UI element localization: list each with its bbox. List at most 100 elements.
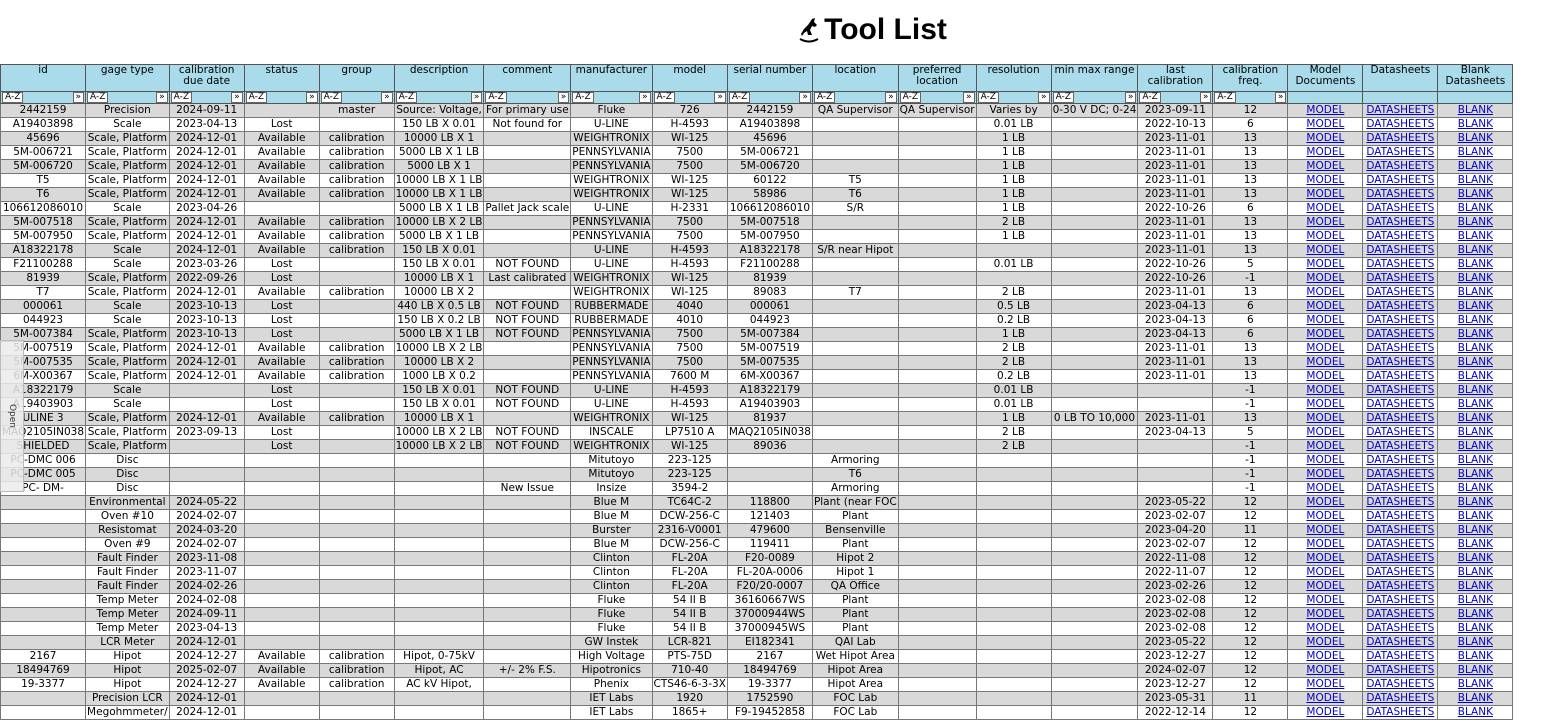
model-link[interactable]: MODEL <box>1306 105 1344 117</box>
datasheets-link[interactable]: DATASHEETS <box>1366 245 1434 257</box>
blank-datasheet-link[interactable]: BLANK <box>1458 399 1493 411</box>
datasheets-link[interactable]: DATASHEETS <box>1366 525 1434 537</box>
datasheets-link[interactable]: DATASHEETS <box>1366 301 1434 313</box>
datasheets-link[interactable]: DATASHEETS <box>1366 161 1434 173</box>
model-link[interactable]: MODEL <box>1306 693 1344 705</box>
blank-datasheet-link[interactable]: BLANK <box>1458 539 1493 551</box>
datasheets-link[interactable]: DATASHEETS <box>1366 609 1434 621</box>
model-link[interactable]: MODEL <box>1306 175 1344 187</box>
column-header[interactable]: model <box>651 64 728 92</box>
table-row[interactable]: Resistomat 2024-03-20 Burster 2316-V0001 479… <box>0 523 1514 538</box>
table-row[interactable]: 19-3377 Hipot 2024-12-27 Available calibrati… <box>0 677 1514 692</box>
table-row[interactable]: T6 Scale, Platform 2024-12-01 Available cali… <box>0 187 1514 202</box>
datasheets-link[interactable]: DATASHEETS <box>1366 203 1434 215</box>
datasheets-link[interactable]: DATASHEETS <box>1366 385 1434 397</box>
datasheets-link[interactable]: DATASHEETS <box>1366 553 1434 565</box>
model-link[interactable]: MODEL <box>1306 497 1344 509</box>
table-row[interactable]: ULINE 3 Scale, Platform 2024-12-01 Availabl… <box>0 411 1514 426</box>
table-row[interactable]: T7 Scale, Platform 2024-12-01 Available cali… <box>0 285 1514 300</box>
model-link[interactable]: MODEL <box>1306 343 1344 355</box>
blank-datasheet-link[interactable]: BLANK <box>1458 525 1493 537</box>
blank-datasheet-link[interactable]: BLANK <box>1458 175 1493 187</box>
model-link[interactable]: MODEL <box>1306 469 1344 481</box>
column-header[interactable]: gage type <box>85 64 170 92</box>
blank-datasheet-link[interactable]: BLANK <box>1458 329 1493 341</box>
model-link[interactable]: MODEL <box>1306 483 1344 495</box>
blank-datasheet-link[interactable]: BLANK <box>1458 637 1493 649</box>
table-row[interactable]: 81939 Scale, Platform 2022-09-26 Lost 10000 … <box>0 271 1514 286</box>
model-link[interactable]: MODEL <box>1306 707 1344 719</box>
filter-expand-button[interactable]: » <box>381 92 393 103</box>
datasheets-link[interactable]: DATASHEETS <box>1366 273 1434 285</box>
table-row[interactable]: 45696 Scale, Platform 2024-12-01 Available c… <box>0 131 1514 146</box>
table-row[interactable]: Temp Meter 2024-02-08 Fluke 54 II B 36160667… <box>0 593 1514 608</box>
datasheets-link[interactable]: DATASHEETS <box>1366 483 1434 495</box>
table-row[interactable]: 2167 Hipot 2024-12-27 Available calibration H… <box>0 649 1514 664</box>
table-row[interactable]: Fault Finder 2024-02-26 Clinton FL-20A F20/2… <box>0 579 1514 594</box>
filter-expand-button[interactable]: » <box>799 92 811 103</box>
column-header[interactable]: last calibration <box>1137 64 1214 92</box>
blank-datasheet-link[interactable]: BLANK <box>1458 343 1493 355</box>
table-row[interactable]: Precision LCR 2024-12-01 IET Labs 1920 17525… <box>0 691 1514 706</box>
blank-datasheet-link[interactable]: BLANK <box>1458 385 1493 397</box>
sort-az-button[interactable]: A-Z <box>728 92 751 103</box>
column-header[interactable]: serial number <box>726 64 813 92</box>
table-row[interactable]: Temp Meter 2023-04-13 Fluke 54 II B 37000945… <box>0 621 1514 636</box>
datasheets-link[interactable]: DATASHEETS <box>1366 637 1434 649</box>
model-link[interactable]: MODEL <box>1306 231 1344 243</box>
blank-datasheet-link[interactable]: BLANK <box>1458 497 1493 509</box>
blank-datasheet-link[interactable]: BLANK <box>1458 203 1493 215</box>
filter-expand-button[interactable]: » <box>72 92 85 103</box>
table-row[interactable]: T5 Scale, Platform 2024-12-01 Available cali… <box>0 173 1514 188</box>
table-row[interactable]: 5M-007535 Scale, Platform 2024-12-01 Availa… <box>0 355 1514 370</box>
blank-datasheet-link[interactable]: BLANK <box>1458 483 1493 495</box>
model-link[interactable]: MODEL <box>1306 371 1344 383</box>
sort-az-button[interactable]: A-Z <box>813 92 836 103</box>
model-link[interactable]: MODEL <box>1306 553 1344 565</box>
model-link[interactable]: MODEL <box>1306 203 1344 215</box>
blank-datasheet-link[interactable]: BLANK <box>1458 595 1493 607</box>
table-row[interactable]: 18494769 Hipot 2025-02-07 Available calibrat… <box>0 663 1514 678</box>
table-row[interactable]: 5M-006720 Scale, Platform 2024-12-01 Availa… <box>0 159 1514 174</box>
table-row[interactable]: A18322179 Scale Lost 150 LB X 0.01 NOT FOUND… <box>0 383 1514 398</box>
blank-datasheet-link[interactable]: BLANK <box>1458 623 1493 635</box>
datasheets-link[interactable]: DATASHEETS <box>1366 707 1434 719</box>
blank-datasheet-link[interactable]: BLANK <box>1458 133 1493 145</box>
datasheets-link[interactable]: DATASHEETS <box>1366 105 1434 117</box>
blank-datasheet-link[interactable]: BLANK <box>1458 581 1493 593</box>
column-header[interactable]: id <box>0 64 87 92</box>
filter-expand-button[interactable]: » <box>1274 92 1287 103</box>
table-row[interactable]: A19403898 Scale 2023-04-13 Lost 150 LB X 0.0… <box>0 117 1514 132</box>
blank-datasheet-link[interactable]: BLANK <box>1458 105 1493 117</box>
datasheets-link[interactable]: DATASHEETS <box>1366 329 1434 341</box>
blank-datasheet-link[interactable]: BLANK <box>1458 161 1493 173</box>
table-row[interactable]: 000061 Scale 2023-10-13 Lost 440 LB X 0.5 LB… <box>0 299 1514 314</box>
blank-datasheet-link[interactable]: BLANK <box>1458 707 1493 719</box>
table-row[interactable]: Fault Finder 2023-11-08 Clinton FL-20A F20-0… <box>0 551 1514 566</box>
blank-datasheet-link[interactable]: BLANK <box>1458 427 1493 439</box>
datasheets-link[interactable]: DATASHEETS <box>1366 623 1434 635</box>
datasheets-link[interactable]: DATASHEETS <box>1366 371 1434 383</box>
table-row[interactable]: PC-DMC 006 Disc Mitutoyo 223-125 Armoring -1 M… <box>0 453 1514 468</box>
sort-az-button[interactable]: A-Z <box>1139 92 1161 103</box>
model-link[interactable]: MODEL <box>1306 301 1344 313</box>
column-header[interactable]: description <box>393 64 485 92</box>
table-row[interactable]: 5M-006721 Scale, Platform 2024-12-01 Availa… <box>0 145 1514 160</box>
filter-expand-button[interactable]: » <box>1199 92 1212 103</box>
model-link[interactable]: MODEL <box>1306 217 1344 229</box>
model-link[interactable]: MODEL <box>1306 413 1344 425</box>
blank-datasheet-link[interactable]: BLANK <box>1458 511 1493 523</box>
datasheets-link[interactable]: DATASHEETS <box>1366 693 1434 705</box>
datasheets-link[interactable]: DATASHEETS <box>1366 399 1434 411</box>
datasheets-link[interactable]: DATASHEETS <box>1366 581 1434 593</box>
blank-datasheet-link[interactable]: BLANK <box>1458 413 1493 425</box>
column-header[interactable]: comment <box>483 64 572 92</box>
sort-az-button[interactable]: A-Z <box>320 92 343 103</box>
model-link[interactable]: MODEL <box>1306 455 1344 467</box>
blank-datasheet-link[interactable]: BLANK <box>1458 273 1493 285</box>
column-header[interactable]: preferred location <box>897 64 977 92</box>
model-link[interactable]: MODEL <box>1306 539 1344 551</box>
model-link[interactable]: MODEL <box>1306 357 1344 369</box>
filter-expand-button[interactable]: » <box>1038 92 1050 103</box>
datasheets-link[interactable]: DATASHEETS <box>1366 147 1434 159</box>
